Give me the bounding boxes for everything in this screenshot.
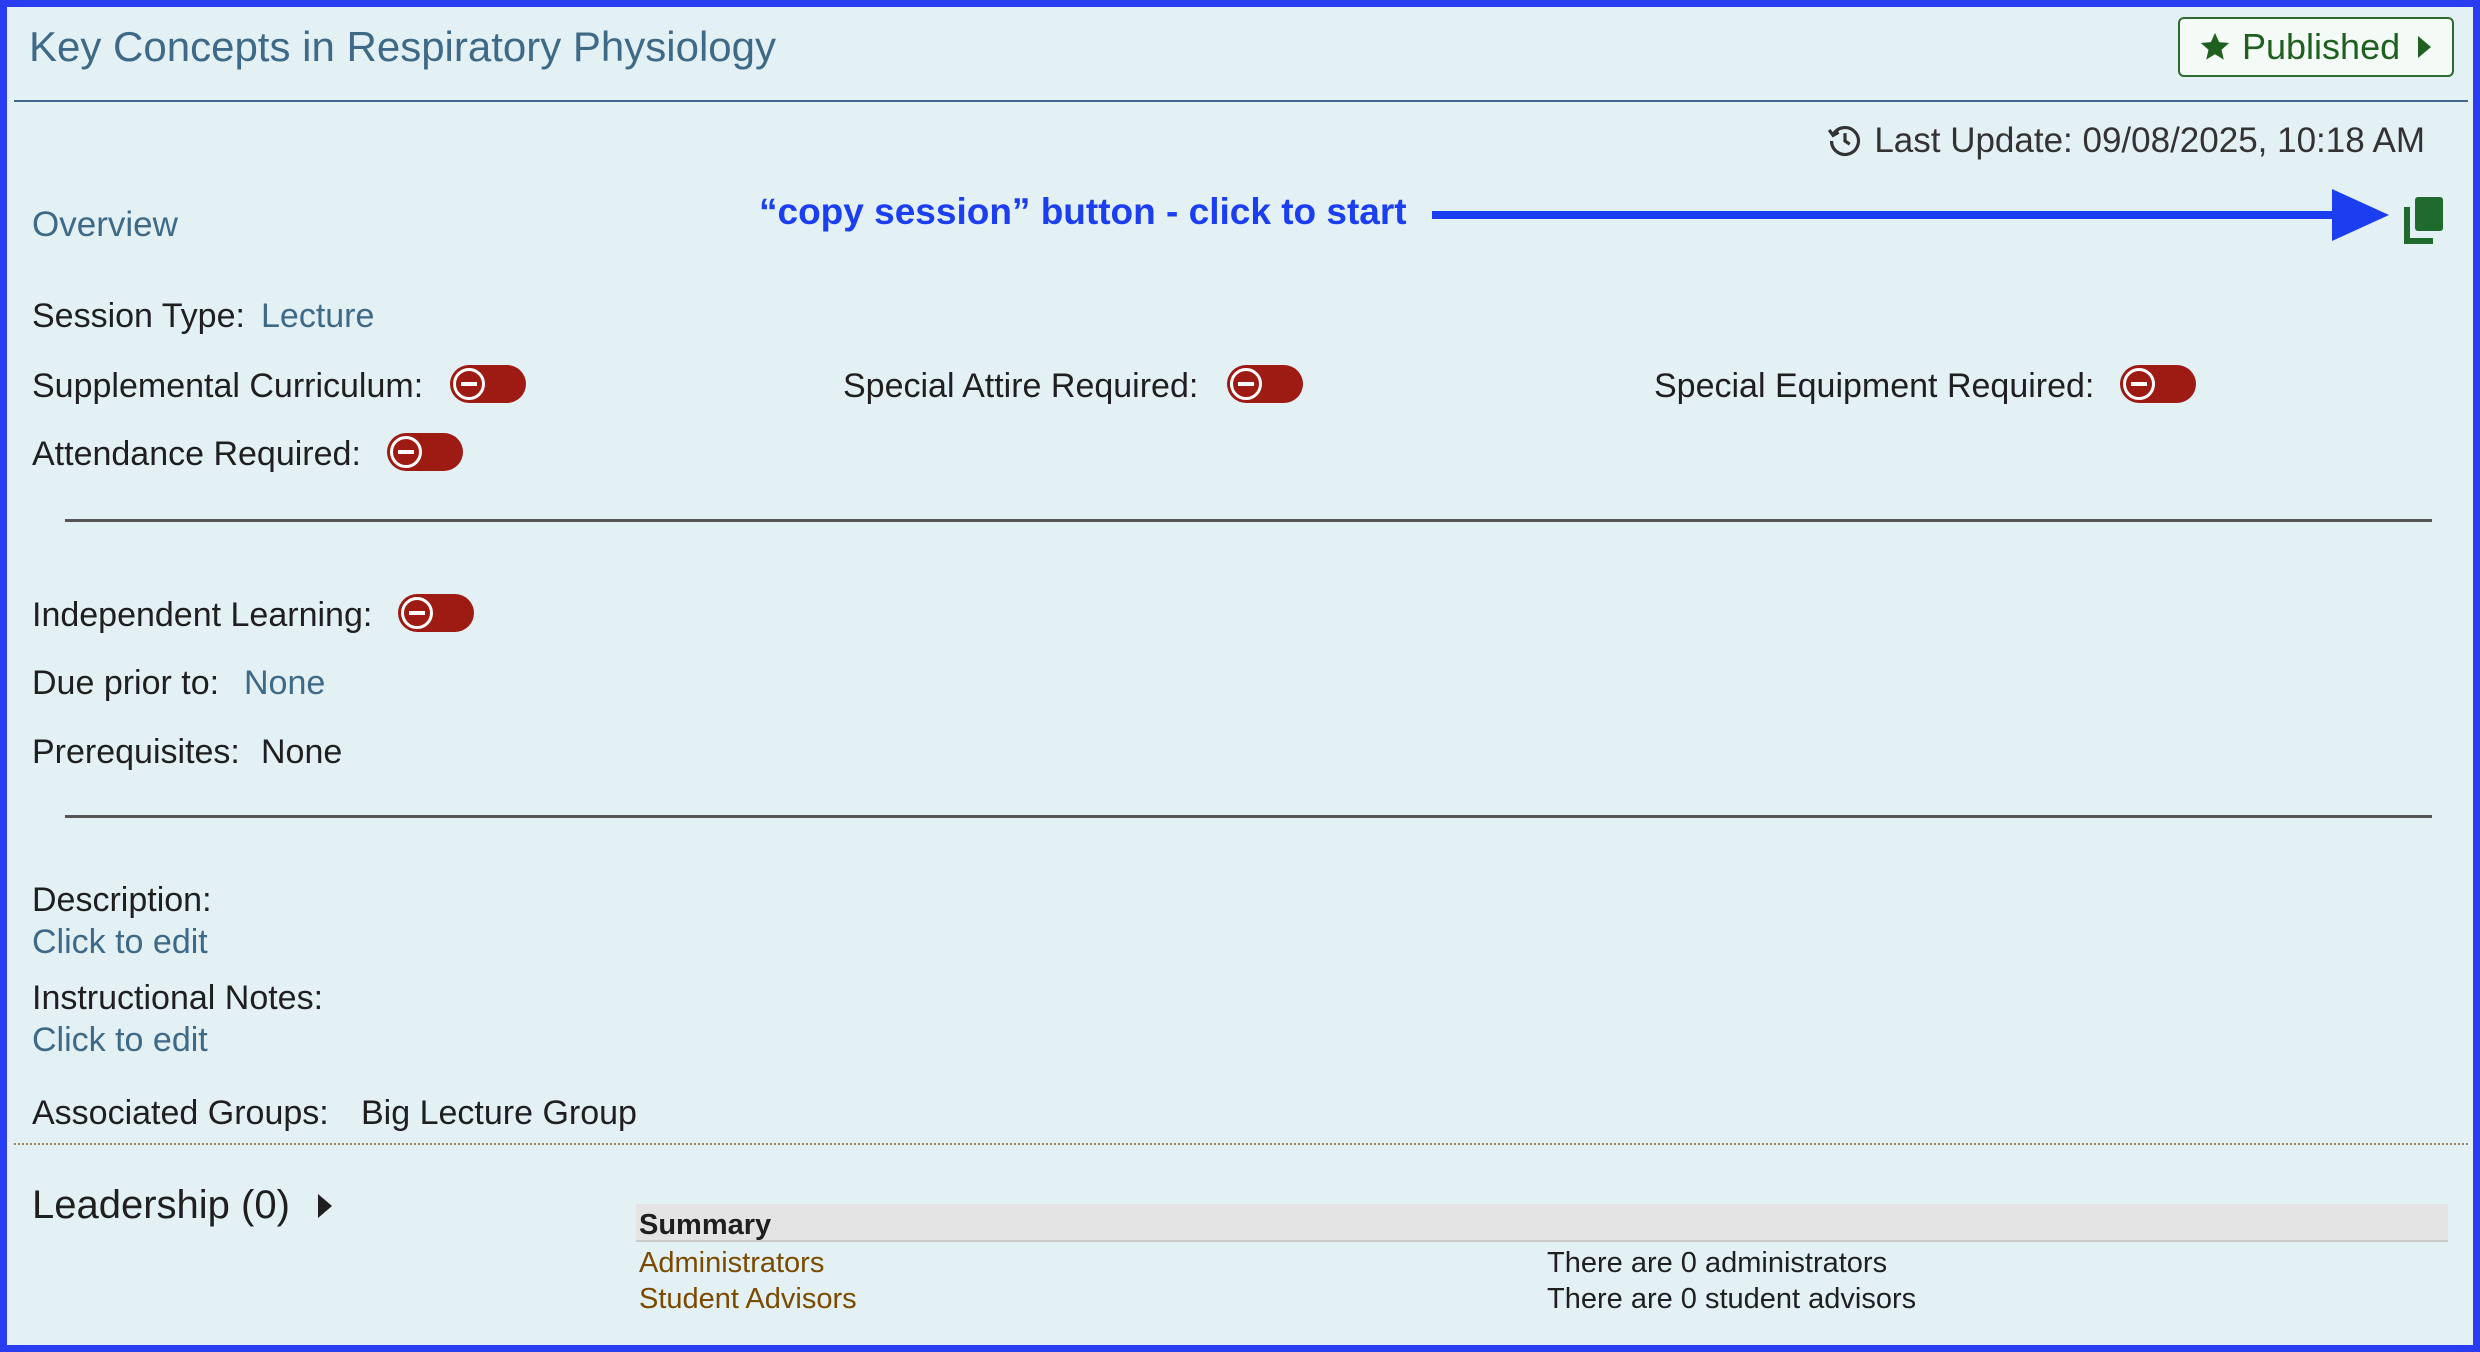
instructional-notes-label: Instructional Notes: — [32, 979, 324, 1017]
description-label: Description: — [32, 881, 212, 919]
special-equipment-toggle[interactable] — [2120, 365, 2196, 403]
prerequisites-label: Prerequisites: — [32, 733, 240, 771]
supplemental-curriculum-label: Supplemental Curriculum: — [32, 367, 424, 405]
special-attire-label: Special Attire Required: — [843, 367, 1199, 405]
last-update-text: Last Update: 09/08/2025, 10:18 AM — [1874, 121, 2425, 160]
attendance-required-label: Attendance Required: — [32, 435, 361, 473]
due-prior-value[interactable]: None — [244, 664, 325, 703]
instructional-notes-edit-link[interactable]: Click to edit — [32, 1021, 208, 1060]
description-edit-link[interactable]: Click to edit — [32, 923, 208, 962]
copy-session-icon[interactable] — [2403, 195, 2445, 245]
session-panel: Key Concepts in Respiratory Physiology P… — [7, 7, 2473, 1345]
leadership-title: Leadership (0) — [32, 1183, 290, 1227]
associated-groups-value: Big Lecture Group — [361, 1094, 637, 1132]
leadership-divider — [14, 1143, 2468, 1145]
last-update: Last Update: 09/08/2025, 10:18 AM — [1826, 121, 2425, 161]
minus-circle-icon — [1230, 368, 1262, 400]
section-divider — [65, 815, 2432, 818]
annotation-arrow — [1432, 189, 2389, 241]
student-advisors-summary: There are 0 student advisors — [1547, 1283, 1917, 1315]
special-attire-toggle[interactable] — [1227, 365, 1303, 403]
caret-right-icon — [317, 1193, 332, 1218]
administrators-link[interactable]: Administrators — [639, 1247, 824, 1280]
session-type-value[interactable]: Lecture — [261, 297, 374, 336]
attendance-required-toggle[interactable] — [387, 433, 463, 471]
minus-circle-icon — [453, 368, 485, 400]
independent-learning-label: Independent Learning: — [32, 596, 373, 634]
minus-circle-icon — [2123, 368, 2155, 400]
minus-circle-icon — [401, 597, 433, 629]
supplemental-curriculum-toggle[interactable] — [450, 365, 526, 403]
published-label: Published — [2242, 26, 2401, 67]
caret-right-icon — [2418, 36, 2432, 58]
overview-heading: Overview — [32, 205, 178, 244]
minus-circle-icon — [390, 436, 422, 468]
prerequisites-value: None — [261, 733, 343, 771]
administrators-summary: There are 0 administrators — [1547, 1247, 1888, 1279]
due-prior-label: Due prior to: — [32, 664, 220, 702]
student-advisors-link[interactable]: Student Advisors — [639, 1283, 857, 1316]
history-icon — [1828, 125, 1861, 157]
star-icon — [2200, 32, 2230, 60]
associated-groups-label: Associated Groups: — [32, 1094, 329, 1132]
title-divider — [14, 100, 2468, 102]
published-status-button[interactable]: Published — [2178, 17, 2454, 77]
summary-header: Summary — [639, 1209, 772, 1241]
summary-header-bar — [636, 1204, 2448, 1242]
session-title: Key Concepts in Respiratory Physiology — [29, 23, 777, 70]
session-type-label: Session Type: — [32, 297, 245, 335]
section-divider — [65, 519, 2432, 522]
leadership-toggle[interactable]: Leadership (0) — [32, 1183, 332, 1228]
annotation-text: “copy session” button - click to start — [759, 191, 1407, 232]
independent-learning-toggle[interactable] — [398, 594, 474, 632]
special-equipment-label: Special Equipment Required: — [1654, 367, 2095, 405]
